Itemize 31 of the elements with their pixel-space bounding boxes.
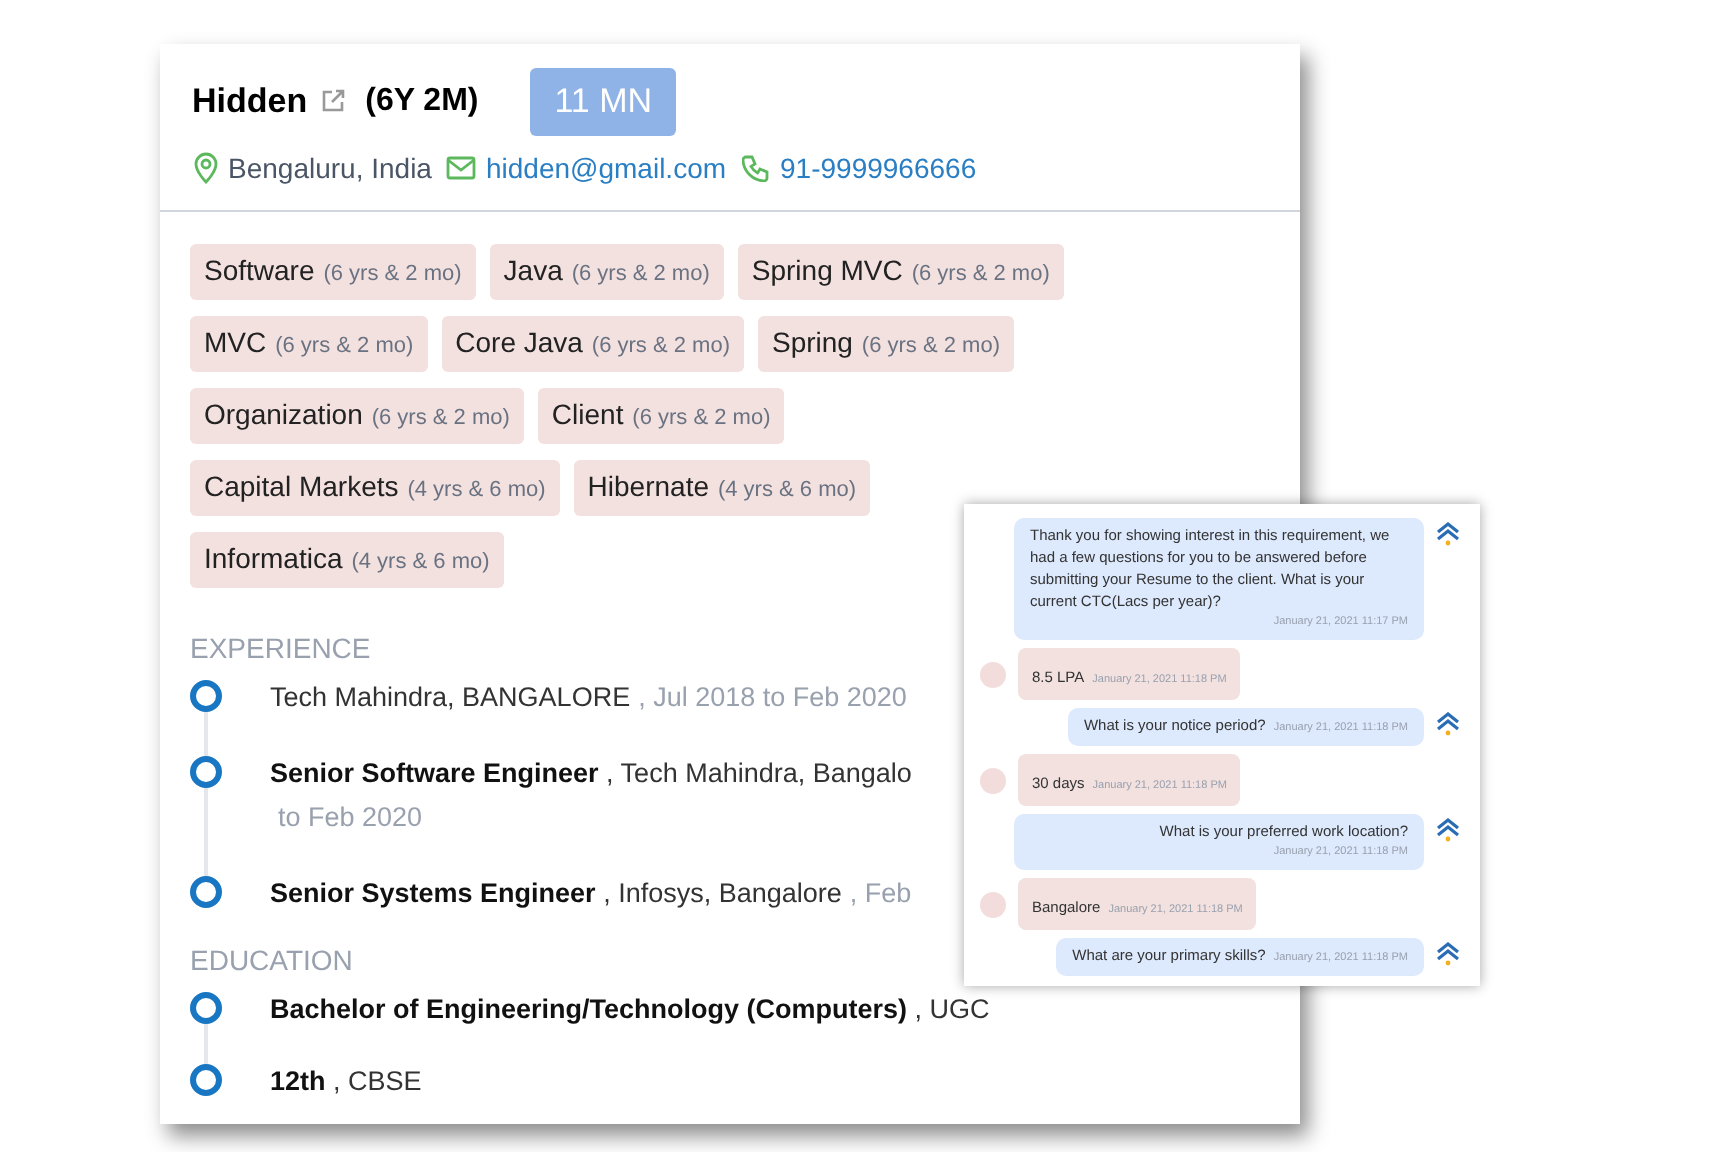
- entry-title: 12th: [270, 1063, 328, 1099]
- section-heading: EDUCATION: [190, 941, 353, 979]
- entry-dates: , Feb: [847, 875, 912, 911]
- skill-tag: Informatica (4 yrs & 6 mo): [190, 531, 504, 587]
- entry-title: Bachelor of Engineering/Technology (Computers): [270, 991, 910, 1028]
- entry-organization: Tech Mahindra, BANGALORE: [270, 679, 631, 715]
- entry-organization: , CBSE: [333, 1063, 422, 1099]
- phone-link[interactable]: 91-9999966666: [780, 147, 977, 189]
- skill-tag: Hibernate (4 yrs & 6 mo): [573, 459, 871, 515]
- entry-title: Senior Software Engineer: [270, 755, 601, 792]
- skill-tag: Core Java (6 yrs & 2 mo): [441, 315, 744, 371]
- entry-organization: , Tech Mahindra, Bangalo: [606, 755, 912, 792]
- skill-tag: Spring (6 yrs & 2 mo): [758, 315, 1014, 371]
- entry-dates: to Feb 2020: [276, 799, 423, 835]
- candidate-name: Hidden: [192, 80, 308, 124]
- notice-badge: 11 MN: [530, 68, 677, 135]
- skill-tag: Organization (6 yrs & 2 mo): [190, 387, 524, 443]
- entry-organization: , Infosys, Bangalore: [603, 875, 842, 912]
- email-link[interactable]: hidden@gmail.com: [485, 147, 727, 189]
- entry-dates: , Jul 2018 to Feb 2020: [636, 679, 907, 715]
- entry-title: Senior Systems Engineer: [270, 875, 598, 912]
- skill-tag: Spring MVC (6 yrs & 2 mo): [737, 243, 1064, 299]
- section-heading: EXPERIENCE: [190, 629, 371, 667]
- entry-organization: , UGC: [914, 991, 990, 1027]
- skill-tag: Capital Markets (4 yrs & 6 mo): [190, 459, 560, 515]
- skill-tag: Java (6 yrs & 2 mo): [489, 243, 724, 299]
- skill-tag: MVC (6 yrs & 2 mo): [190, 315, 428, 371]
- experience-years: (6Y 2M): [365, 81, 479, 122]
- skill-tag: Client (6 yrs & 2 mo): [537, 387, 785, 443]
- location-text: Bengaluru, India: [228, 149, 432, 188]
- skill-tag: Software (6 yrs & 2 mo): [190, 243, 476, 299]
